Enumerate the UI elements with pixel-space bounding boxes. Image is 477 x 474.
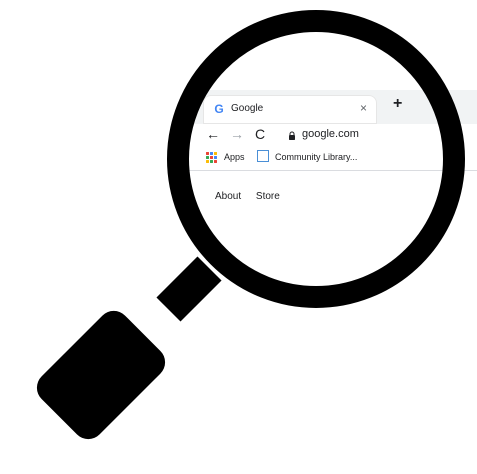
lens-viewport [189,32,443,286]
magnifier-illustration: G Google × + ← → C google.com Apps Commu… [0,0,477,474]
magnifier-handle-grip [30,304,172,446]
magnifier-lens [167,10,465,308]
